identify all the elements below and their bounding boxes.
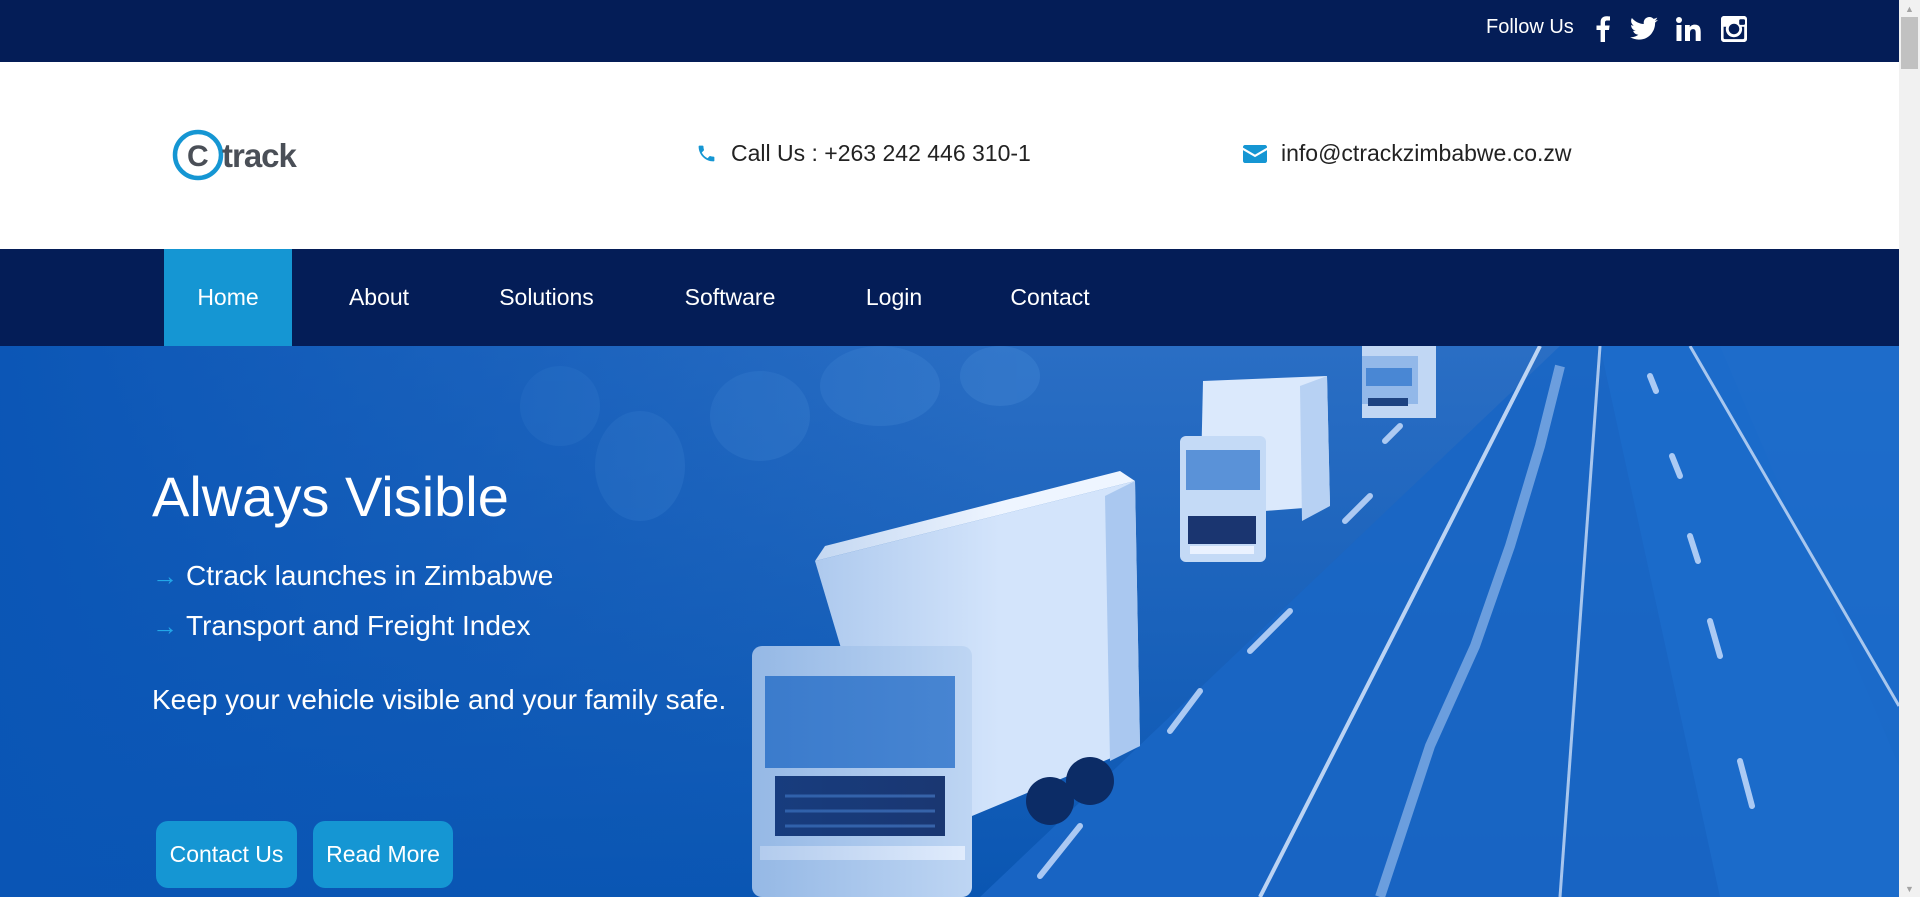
hero-link-ctrack-launches[interactable]: → Ctrack launches in Zimbabwe	[152, 560, 553, 592]
nav-solutions[interactable]: Solutions	[474, 249, 619, 346]
arrow-right-icon: →	[152, 610, 178, 641]
follow-us-label: Follow Us	[1486, 16, 1574, 38]
nav-login[interactable]: Login	[845, 249, 943, 346]
linkedin-icon[interactable]	[1672, 12, 1706, 46]
scroll-up-arrow-icon[interactable]: ▲	[1899, 0, 1920, 17]
read-more-button[interactable]: Read More	[313, 821, 453, 888]
scroll-down-arrow-icon[interactable]: ▼	[1899, 880, 1920, 897]
logo-text: track	[222, 137, 297, 174]
phone-contact[interactable]: Call Us : +263 242 446 310-1	[696, 140, 1031, 167]
page: Follow Us C track Call Us : +263 242 446…	[0, 0, 1899, 897]
hero-link-freight-index[interactable]: → Transport and Freight Index	[152, 610, 530, 642]
facebook-icon[interactable]	[1586, 12, 1620, 46]
main-nav: Home About Solutions Software Login Cont…	[0, 249, 1899, 346]
instagram-icon[interactable]	[1717, 12, 1751, 46]
nav-home[interactable]: Home	[164, 249, 292, 346]
phone-text: Call Us : +263 242 446 310-1	[731, 140, 1031, 166]
nav-contact[interactable]: Contact	[990, 249, 1110, 346]
email-text: info@ctrackzimbabwe.co.zw	[1281, 140, 1572, 166]
hero-title: Always Visible	[152, 465, 509, 528]
hero-banner: Always Visible → Ctrack launches in Zimb…	[0, 346, 1899, 897]
nav-software[interactable]: Software	[660, 249, 800, 346]
arrow-right-icon: →	[152, 560, 178, 591]
contact-us-button[interactable]: Contact Us	[156, 821, 297, 888]
email-contact[interactable]: info@ctrackzimbabwe.co.zw	[1243, 140, 1572, 167]
hero-link-label: Transport and Freight Index	[186, 610, 531, 641]
hero-subtitle: Keep your vehicle visible and your famil…	[152, 684, 727, 715]
page-scrollbar[interactable]: ▲ ▼	[1899, 0, 1920, 897]
scroll-thumb[interactable]	[1901, 17, 1918, 69]
twitter-icon[interactable]	[1627, 12, 1661, 46]
hero-link-label: Ctrack launches in Zimbabwe	[186, 560, 554, 591]
svg-text:C: C	[187, 140, 209, 173]
site-header: C track Call Us : +263 242 446 310-1 inf…	[0, 62, 1899, 249]
ctrack-logo[interactable]: C track	[172, 128, 302, 182]
top-bar: Follow Us	[0, 0, 1899, 62]
nav-about[interactable]: About	[324, 249, 434, 346]
logo-mark: C	[172, 129, 224, 181]
phone-icon	[696, 143, 717, 164]
envelope-icon	[1243, 144, 1267, 163]
